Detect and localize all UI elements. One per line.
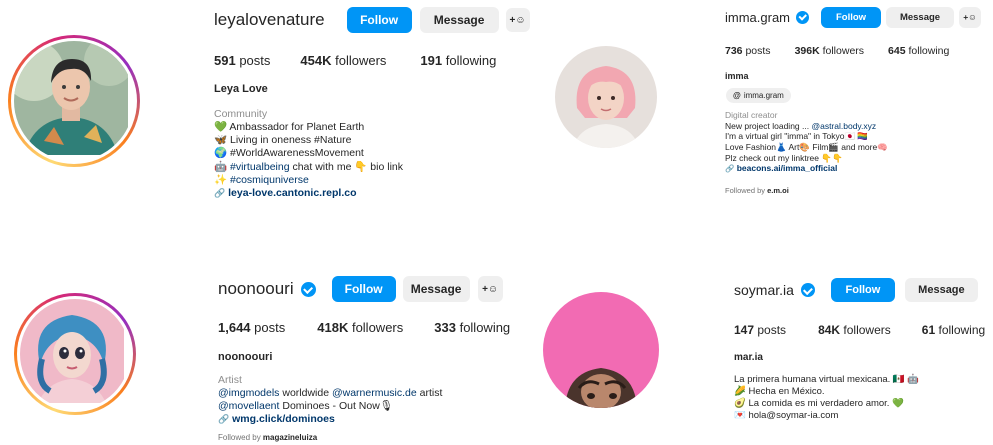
- posts-count: 591 posts: [214, 53, 271, 68]
- add-user-icon: +☺: [963, 12, 977, 22]
- bio-line: I'm a virtual girl "imma" in Tokyo🇯🇵 🏳️‍…: [725, 131, 868, 142]
- link-icon: 🔗: [725, 164, 735, 174]
- verified-badge-icon: [300, 281, 316, 297]
- hashtag-link[interactable]: #cosmiquniverse: [230, 174, 309, 186]
- bio-line: Love Fashion👗 Art🎨 Film🎬 and more🧠: [725, 141, 888, 152]
- category: Community: [214, 108, 268, 120]
- following-count[interactable]: 333 following: [434, 320, 510, 335]
- followers-count[interactable]: 418K followers: [317, 320, 403, 335]
- bio-line: 💚 Ambassador for Planet Earth: [214, 121, 365, 134]
- link-icon: 🔗: [214, 187, 226, 198]
- category: Digital creator: [725, 110, 778, 120]
- suggest-user-button[interactable]: +☺: [505, 8, 530, 32]
- follow-button[interactable]: Follow: [821, 6, 882, 28]
- following-count[interactable]: 191 following: [420, 53, 496, 68]
- message-button[interactable]: Message: [402, 276, 470, 302]
- threads-badge[interactable]: @ imma.gram: [726, 88, 791, 103]
- bio-line: 🦋 Living in oneness #Nature: [214, 134, 352, 147]
- bio: La primera humana virtual mexicana. 🇲🇽 🤖…: [734, 374, 919, 422]
- username: leyalovenature: [214, 10, 325, 29]
- message-button[interactable]: Message: [419, 7, 499, 33]
- bio-line: La primera humana virtual mexicana. 🇲🇽 🤖: [734, 374, 920, 385]
- bio-line: 🌽 Hecha en México.: [734, 385, 825, 397]
- external-link[interactable]: 🔗 beacons.ai/imma_official: [725, 163, 888, 174]
- bio-line: Plz check out my linktree 👇👇: [725, 152, 843, 163]
- hashtag-link[interactable]: #virtualbeing: [230, 161, 290, 173]
- category: Artist: [218, 374, 242, 386]
- username: soymar.ia: [734, 282, 794, 298]
- mention-link[interactable]: @movellaent: [218, 400, 279, 412]
- message-button[interactable]: Message: [904, 278, 978, 302]
- add-user-icon: +☺: [482, 283, 499, 295]
- followed-by[interactable]: Followed by magazineluiza: [218, 433, 317, 442]
- followers-count[interactable]: 84K followers: [818, 323, 891, 337]
- avatar[interactable]: [555, 46, 657, 148]
- message-button[interactable]: Message: [886, 6, 955, 28]
- suggest-user-button[interactable]: +☺: [477, 276, 503, 302]
- mention-link[interactable]: @astral.body.xyz: [811, 121, 876, 131]
- follow-button[interactable]: Follow: [346, 7, 412, 33]
- following-count[interactable]: 61 following: [922, 323, 985, 337]
- verified-badge-icon: [796, 10, 810, 24]
- link-icon: 🔗: [218, 414, 230, 425]
- story-ring[interactable]: [8, 35, 140, 167]
- followed-by[interactable]: Followed by e.m.oi: [725, 186, 789, 195]
- bio-line: 🤖 #virtualbeing chat with me 👇 bio link: [214, 160, 403, 173]
- verified-badge-icon: [800, 283, 815, 297]
- bio-line: ✨ #cosmiquniverse: [214, 173, 309, 186]
- bio: Community 💚 Ambassador for Planet Earth …: [214, 108, 403, 200]
- bio-line: 💌 hola@soymar-ia.com: [734, 409, 839, 421]
- followers-count[interactable]: 396K followers: [795, 45, 864, 57]
- follow-button[interactable]: Follow: [331, 276, 396, 302]
- bio-line: @imgmodels worldwide @warnermusic.de art…: [218, 387, 443, 400]
- bio-line: @movellaent Dominoes - Out Now🎙: [218, 400, 394, 413]
- avatar: [14, 41, 134, 161]
- follow-button[interactable]: Follow: [830, 278, 895, 302]
- add-user-icon: +☺: [509, 14, 526, 26]
- bio-line: 🌍 #WorldAwarenessMovement: [214, 147, 364, 160]
- threads-icon: @: [733, 91, 741, 100]
- posts-count: 1,644 posts: [218, 320, 286, 335]
- display-name: noonoouri: [218, 351, 273, 363]
- external-link[interactable]: 🔗 wmg.click/dominoes: [218, 413, 442, 426]
- followers-count[interactable]: 454K followers: [300, 53, 386, 68]
- username: imma.gram: [725, 9, 791, 25]
- avatar[interactable]: [543, 292, 659, 408]
- display-name: mar.ia: [734, 352, 763, 363]
- posts-count: 147 posts: [734, 323, 787, 337]
- display-name: Leya Love: [214, 83, 268, 95]
- bio-line: New project loading ... @astral.body.xyz: [725, 120, 877, 131]
- display-name: imma: [725, 71, 749, 81]
- mention-link[interactable]: @imgmodels: [218, 387, 279, 399]
- suggest-user-button[interactable]: +☺: [959, 6, 982, 28]
- mention-link[interactable]: @warnermusic.de: [332, 387, 417, 399]
- bio-line: 🥑 La comida es mi verdadero amor. 💚: [734, 397, 904, 409]
- story-ring[interactable]: [14, 293, 136, 415]
- avatar: [20, 299, 130, 409]
- posts-count: 736 posts: [725, 45, 771, 57]
- username: noonoouri: [218, 279, 294, 298]
- bio: Artist @imgmodels worldwide @warnermusic…: [218, 374, 442, 427]
- external-link[interactable]: 🔗 leya-love.cantonic.repl.co: [214, 187, 403, 200]
- bio: Digital creator New project loading ... …: [725, 110, 888, 174]
- following-count[interactable]: 645 following: [888, 45, 949, 57]
